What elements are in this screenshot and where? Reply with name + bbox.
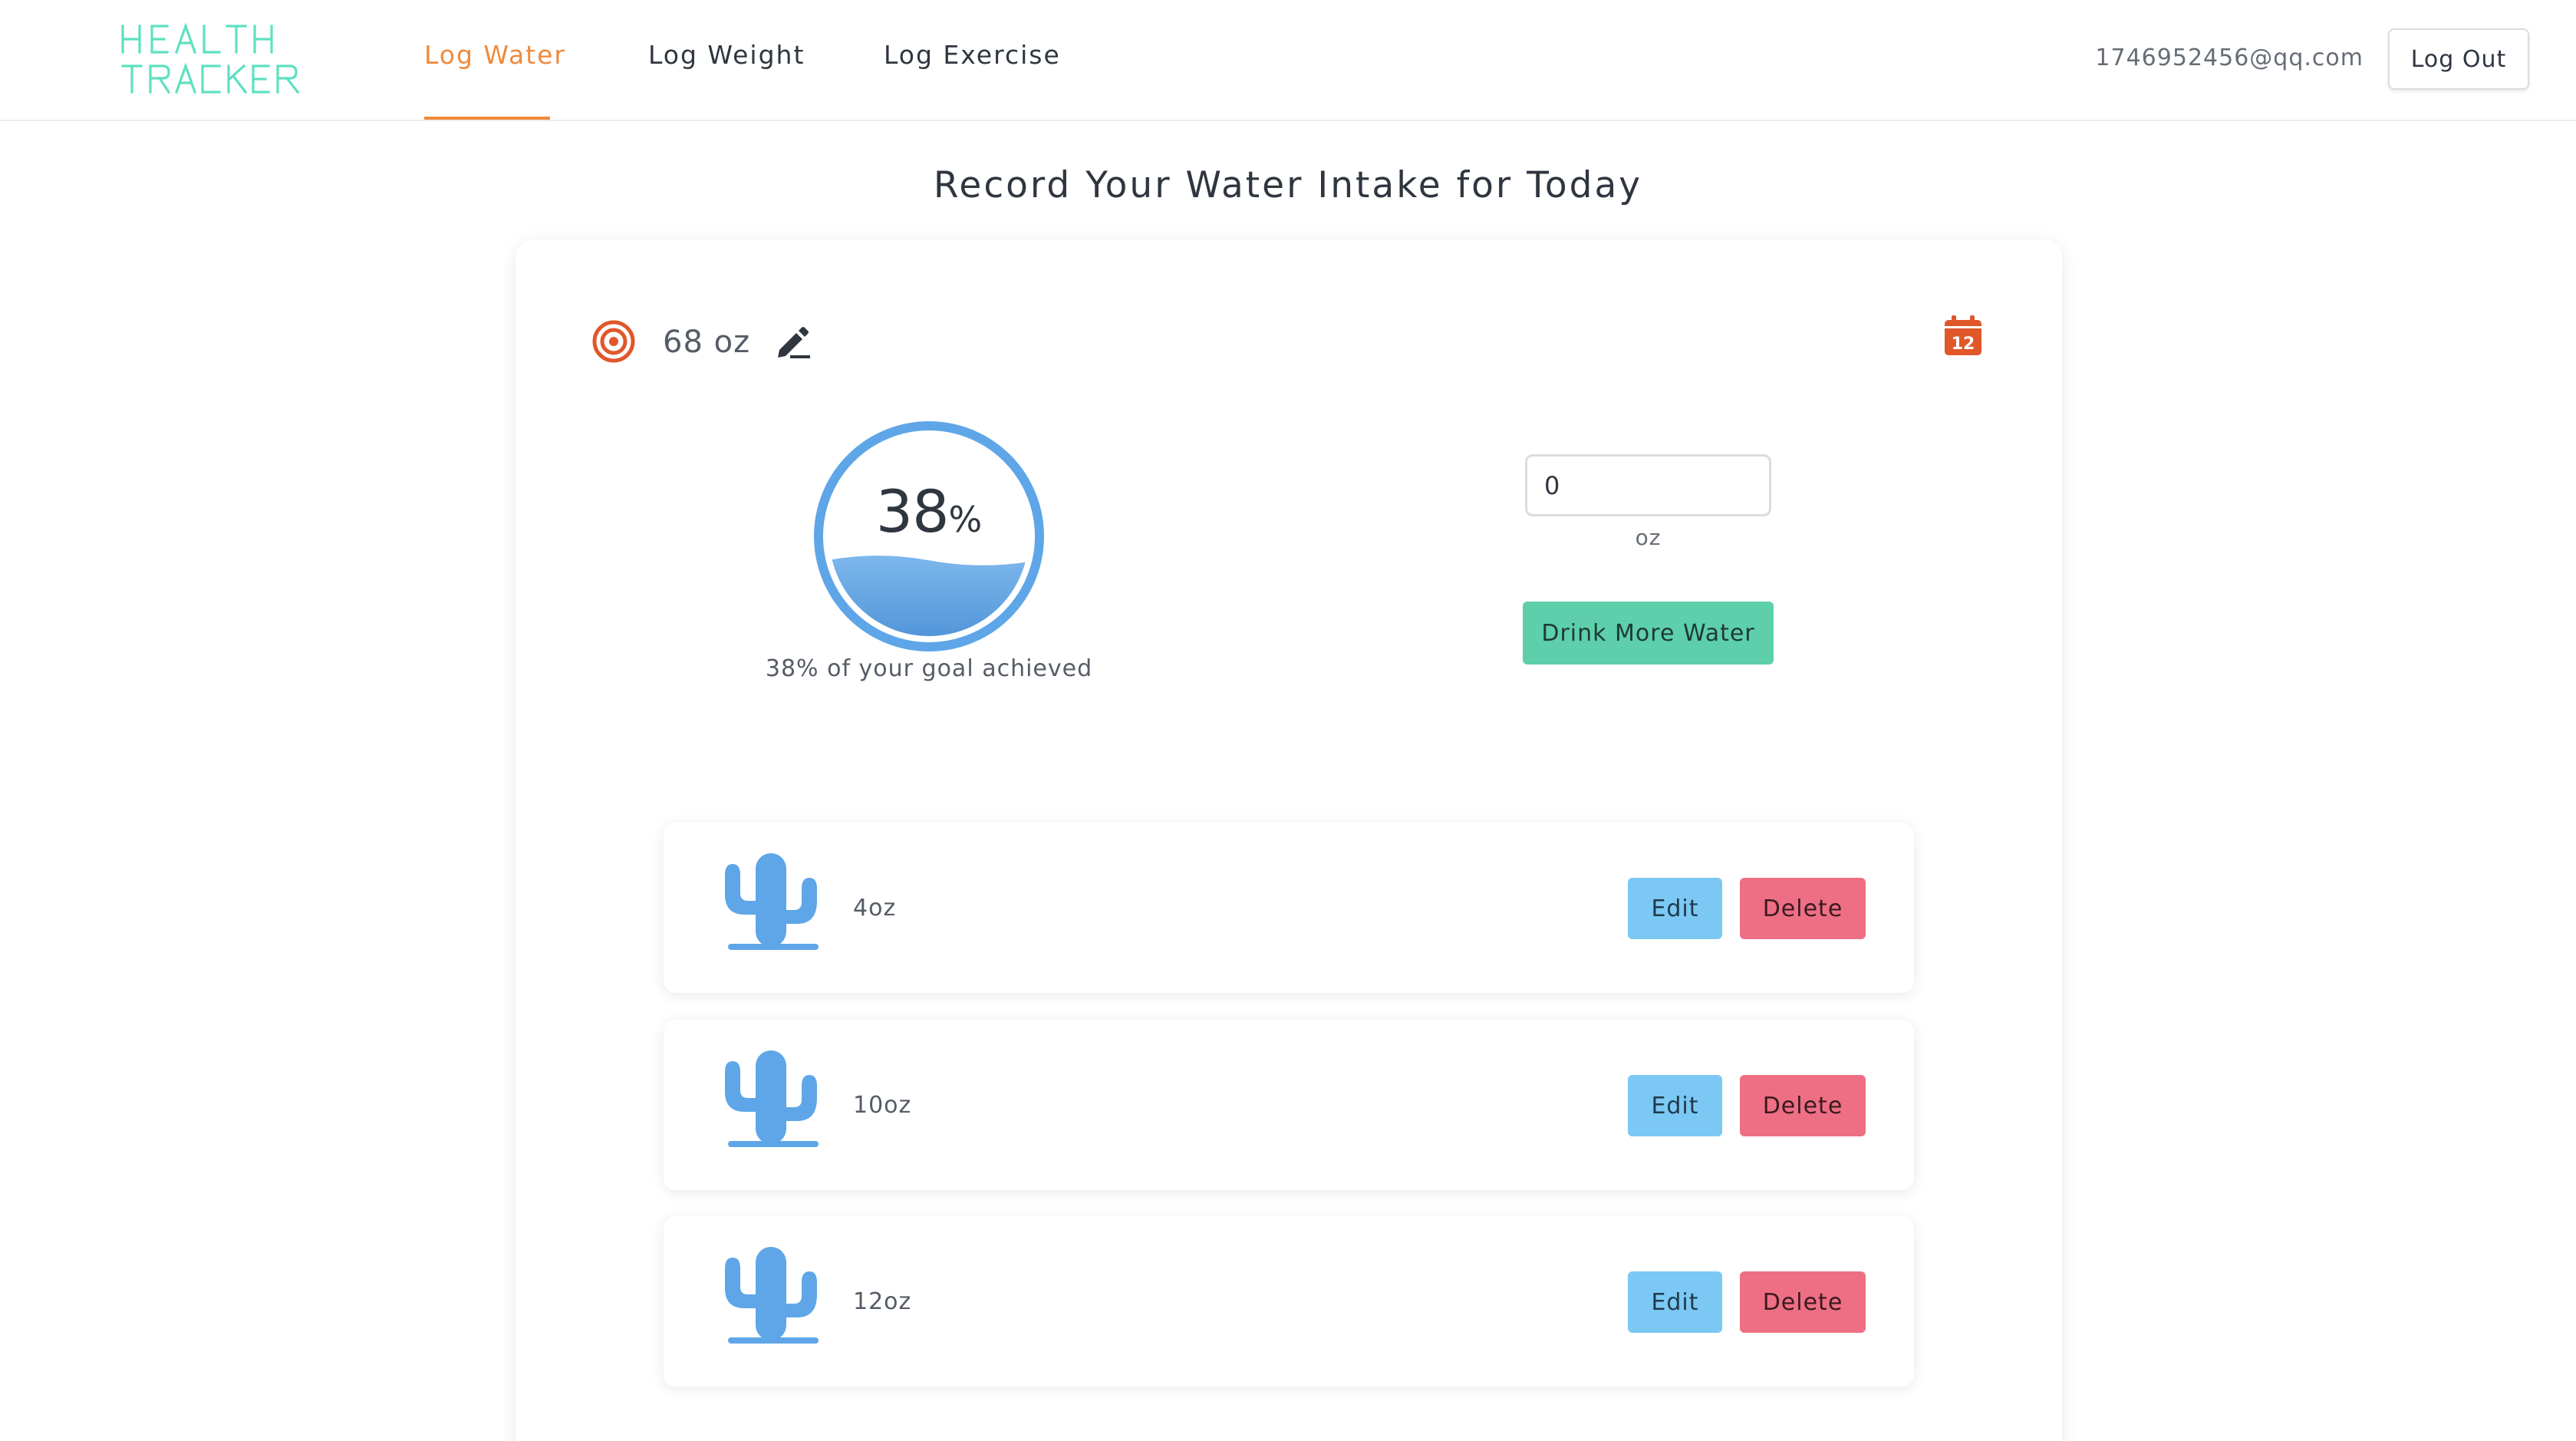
water-entry: 12oz Edit Delete xyxy=(664,1216,1914,1387)
goal-achieved-caption: 38% of your goal achieved xyxy=(765,655,1093,682)
cactus-icon xyxy=(717,1050,825,1152)
user-email: 1746952456@qq.com xyxy=(2095,45,2364,71)
progress-percent-label: 38% xyxy=(813,477,1045,546)
edit-entry-button[interactable]: Edit xyxy=(1628,878,1722,939)
entry-amount: 10oz xyxy=(853,1092,912,1119)
water-entry: 4oz Edit Delete xyxy=(664,823,1914,993)
page-title: Record Your Water Intake for Today xyxy=(933,164,1643,206)
water-amount-input[interactable] xyxy=(1525,454,1771,516)
delete-entry-button[interactable]: Delete xyxy=(1740,1075,1866,1136)
delete-entry-button[interactable]: Delete xyxy=(1740,1271,1866,1333)
water-entry: 10oz Edit Delete xyxy=(664,1020,1914,1190)
delete-entry-button[interactable]: Delete xyxy=(1740,878,1866,939)
cactus-icon xyxy=(717,1247,825,1348)
calendar-icon[interactable]: 12 xyxy=(1943,314,1983,357)
navbar: Log Water Log Weight Log Exercise 174695… xyxy=(0,0,2576,121)
progress-percent-number: 38 xyxy=(875,477,950,546)
nav-log-weight[interactable]: Log Weight xyxy=(648,40,805,70)
cactus-icon xyxy=(717,853,825,955)
edit-entry-button[interactable]: Edit xyxy=(1628,1075,1722,1136)
unit-label: oz xyxy=(1635,525,1662,550)
nav-log-water[interactable]: Log Water xyxy=(424,40,566,70)
calendar-day: 12 xyxy=(1952,335,1975,354)
edit-entry-button[interactable]: Edit xyxy=(1628,1271,1722,1333)
entry-amount: 4oz xyxy=(853,895,897,922)
health-tracker-logo[interactable] xyxy=(120,23,311,97)
nav-log-exercise[interactable]: Log Exercise xyxy=(884,40,1061,70)
daily-goal-value: 68 oz xyxy=(663,325,751,360)
target-icon xyxy=(592,320,635,363)
progress-percent-sign: % xyxy=(948,499,983,540)
drink-more-water-button[interactable]: Drink More Water xyxy=(1523,602,1774,664)
entry-amount: 12oz xyxy=(853,1288,912,1315)
pencil-icon[interactable] xyxy=(775,325,812,359)
logout-button[interactable]: Log Out xyxy=(2388,28,2529,90)
water-fill-level xyxy=(829,556,1029,636)
logo-wordmark xyxy=(121,23,300,94)
active-tab-indicator xyxy=(424,117,550,120)
